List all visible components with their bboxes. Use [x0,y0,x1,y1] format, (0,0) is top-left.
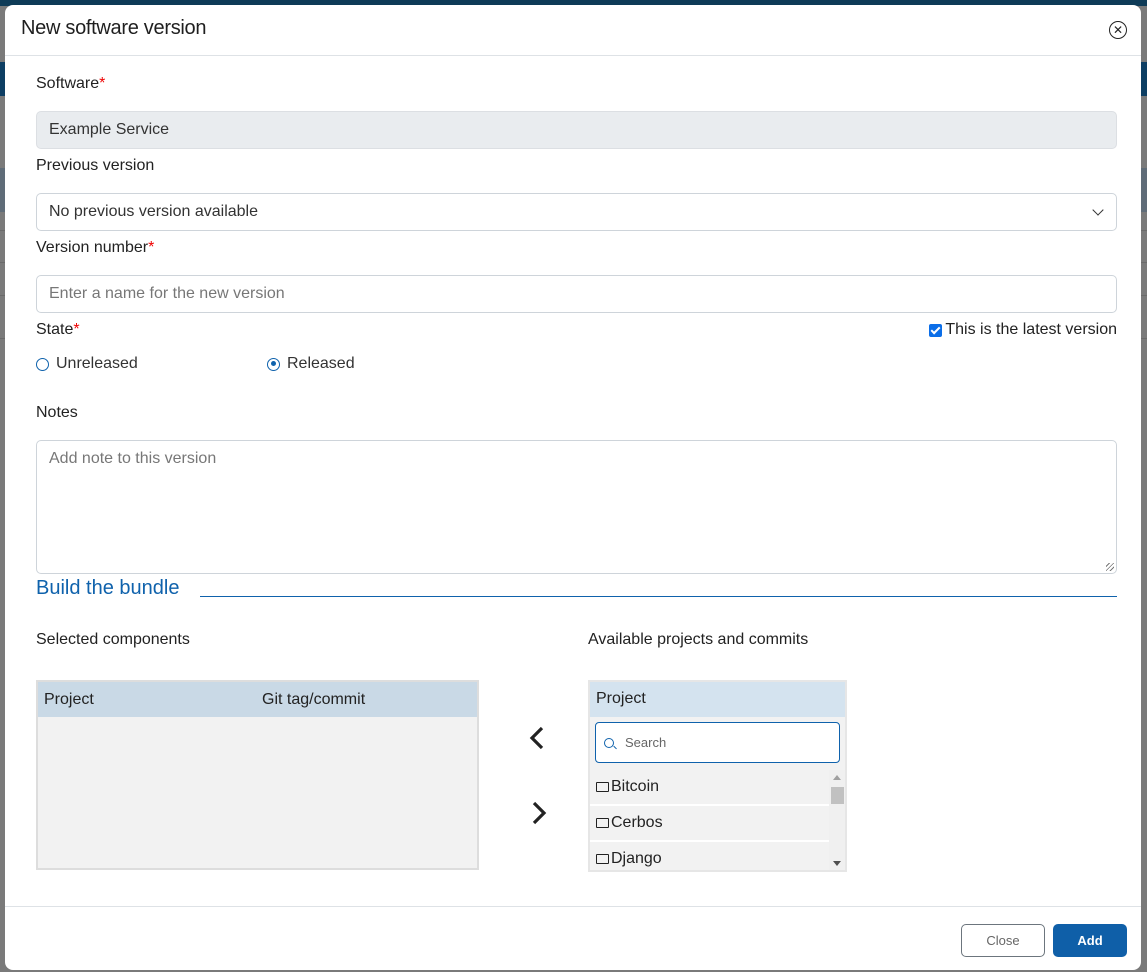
close-button[interactable]: Close [961,924,1045,957]
project-search-input[interactable]: Search [595,722,840,763]
notes-textarea[interactable]: Add note to this version [36,440,1117,574]
version-number-input[interactable]: Enter a name for the new version [36,275,1117,313]
available-projects-list: Project Search Bitcoin Cerbos Django [588,680,847,872]
required-mark: * [148,239,155,256]
chevron-left-icon[interactable] [526,723,550,753]
chevron-right-icon[interactable] [526,798,550,828]
new-version-dialog: New software version ✕ Software* Example… [5,5,1141,970]
list-scrollbar[interactable] [829,770,845,870]
folder-icon [596,854,609,864]
checkbox-checked-icon[interactable] [929,323,943,337]
selected-components-table: Project Git tag/commit [36,680,479,870]
dialog-header: New software version ✕ [5,5,1141,56]
search-icon [604,737,614,748]
section-divider [200,596,1117,597]
folder-icon [596,818,609,828]
previous-version-value: No previous version available [49,203,258,220]
version-number-label-text: Version number [36,239,149,256]
state-label: State* [36,321,80,339]
list-item-cerbos[interactable]: Cerbos [590,806,829,842]
state-label-text: State [36,321,74,338]
search-placeholder: Search [625,735,667,750]
state-radio-unreleased[interactable]: Unreleased [36,355,138,373]
latest-version-label: This is the latest version [945,321,1117,338]
required-mark: * [73,321,80,338]
previous-version-label: Previous version [36,157,155,174]
software-label: Software* [36,75,105,93]
dialog-title: New software version [21,17,207,39]
project-name: Bitcoin [611,778,660,795]
project-name: Cerbos [611,814,663,831]
project-list: Bitcoin Cerbos Django [590,770,829,870]
radio-label: Released [287,355,355,372]
project-name: Django [611,850,662,867]
notes-label: Notes [36,404,78,421]
column-header-project: Project [44,690,94,708]
software-label-text: Software [36,75,100,92]
column-header-git-tag: Git tag/commit [262,690,366,708]
state-radio-released[interactable]: Released [267,355,355,373]
scroll-up-icon[interactable] [833,775,841,780]
list-item-django[interactable]: Django [590,842,829,870]
add-button[interactable]: Add [1053,924,1127,957]
selected-components-label: Selected components [36,631,190,648]
dialog-footer: Close Add [5,906,1141,970]
required-mark: * [99,75,106,92]
close-circle-icon[interactable]: ✕ [1109,21,1127,39]
latest-version-checkbox[interactable]: This is the latest version [929,321,1117,339]
radio-label: Unreleased [56,355,138,372]
version-number-label: Version number* [36,239,154,257]
available-column-header: Project [590,682,845,717]
bundle-section-title: Build the bundle [36,577,180,599]
radio-unchecked-icon[interactable] [36,357,49,371]
scroll-down-icon[interactable] [833,861,841,866]
software-field: Example Service [36,111,1117,149]
radio-checked-icon[interactable] [267,357,280,371]
available-projects-label: Available projects and commits [588,631,809,648]
folder-icon [596,782,609,792]
list-item-bitcoin[interactable]: Bitcoin [590,770,829,806]
scrollbar-thumb[interactable] [831,787,844,804]
notes-placeholder: Add note to this version [49,450,217,467]
resize-handle-icon[interactable] [1106,563,1114,571]
previous-version-select[interactable]: No previous version available [36,193,1117,231]
table-header: Project Git tag/commit [38,682,477,717]
chevron-down-icon [1092,204,1104,216]
